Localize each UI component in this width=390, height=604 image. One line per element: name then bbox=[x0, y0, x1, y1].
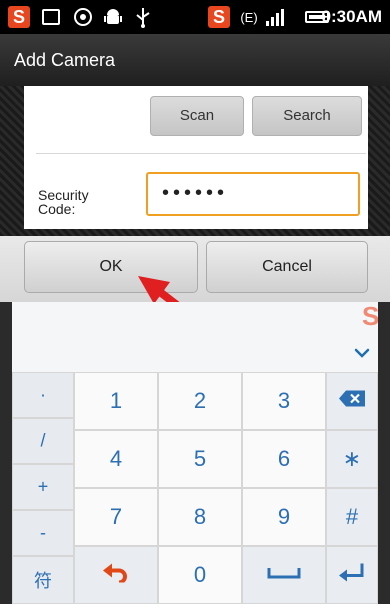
space-key[interactable] bbox=[242, 546, 326, 604]
search-button[interactable]: Search bbox=[252, 96, 362, 136]
chevron-down-icon[interactable] bbox=[350, 340, 374, 364]
enter-icon bbox=[327, 563, 377, 587]
key-8[interactable]: 8 bbox=[158, 488, 242, 546]
sogou-s-icon: S bbox=[8, 6, 30, 28]
scan-button[interactable]: Scan bbox=[150, 96, 244, 136]
key-minus[interactable]: - bbox=[12, 510, 74, 556]
keyboard-edge-left bbox=[0, 302, 12, 604]
key-4[interactable]: 4 bbox=[74, 430, 158, 488]
undo-icon bbox=[75, 563, 157, 588]
key-hash[interactable]: # bbox=[326, 488, 378, 546]
divider bbox=[36, 153, 366, 154]
key-plus[interactable]: + bbox=[12, 464, 74, 510]
security-code-input[interactable]: •••••• bbox=[146, 172, 360, 216]
key-star[interactable]: ∗ bbox=[326, 430, 378, 488]
key-1[interactable]: 1 bbox=[74, 372, 158, 430]
enter-key[interactable] bbox=[326, 546, 378, 604]
undo-key[interactable] bbox=[74, 546, 158, 604]
backspace-key[interactable] bbox=[326, 372, 378, 430]
sogou-s-icon: S bbox=[362, 302, 378, 330]
dialog-title: Add Camera bbox=[0, 34, 390, 86]
android-icon bbox=[102, 6, 124, 28]
key-6[interactable]: 6 bbox=[242, 430, 326, 488]
keyboard-candidate-bar bbox=[12, 302, 378, 372]
key-2[interactable]: 2 bbox=[158, 372, 242, 430]
security-code-label: Security Code: bbox=[38, 187, 89, 217]
space-icon bbox=[243, 566, 325, 584]
sogou-s-icon: S bbox=[208, 6, 230, 28]
gallery-icon bbox=[72, 6, 94, 28]
data-indicator-icon: (E) bbox=[240, 9, 258, 25]
key-dot[interactable]: · bbox=[12, 372, 74, 418]
key-9[interactable]: 9 bbox=[242, 488, 326, 546]
status-bar: S S (E) 9:30AM bbox=[0, 0, 390, 34]
cancel-button[interactable]: Cancel bbox=[206, 241, 368, 293]
key-5[interactable]: 5 bbox=[158, 430, 242, 488]
key-symbols[interactable]: 符 bbox=[12, 556, 74, 604]
key-7[interactable]: 7 bbox=[74, 488, 158, 546]
status-time: 9:30AM bbox=[321, 7, 382, 26]
keyboard-edge-right bbox=[378, 302, 390, 604]
usb-icon bbox=[132, 6, 154, 28]
backspace-icon bbox=[327, 390, 377, 413]
key-slash[interactable]: / bbox=[12, 418, 74, 464]
key-0[interactable]: 0 bbox=[158, 546, 242, 604]
key-3[interactable]: 3 bbox=[242, 372, 326, 430]
image-icon bbox=[42, 9, 60, 25]
signal-icon bbox=[266, 8, 284, 26]
